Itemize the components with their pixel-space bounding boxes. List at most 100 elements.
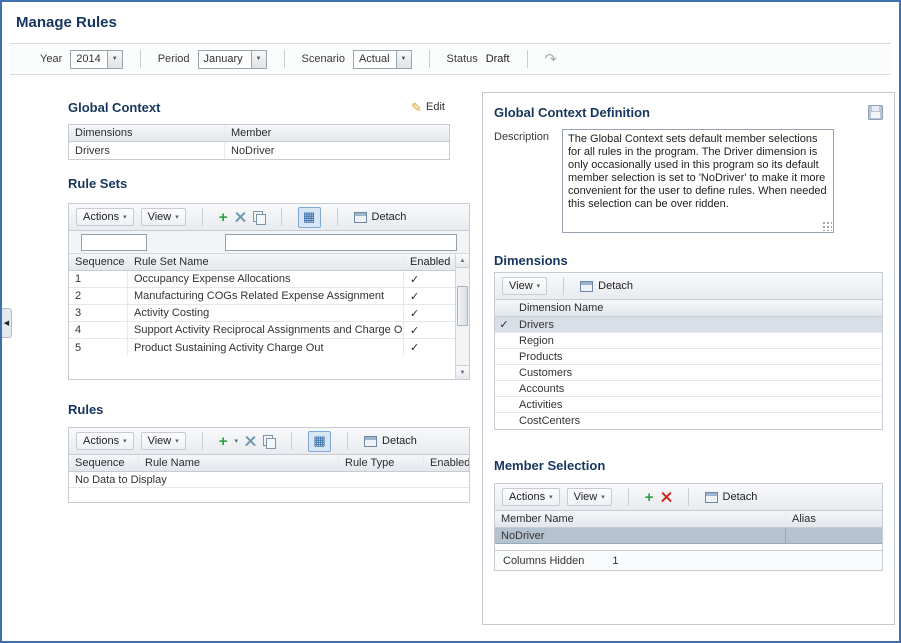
detach-icon <box>353 211 367 223</box>
global-context-header: Global Context ✎ Edit <box>68 98 450 116</box>
chevron-down-icon[interactable]: ▼ <box>106 50 122 68</box>
scroll-down-icon[interactable]: ▼ <box>456 365 469 379</box>
chevron-down-icon: ▾ <box>536 283 541 290</box>
year-value: 2014 <box>76 53 101 65</box>
dimension-name-cell: Drivers <box>519 318 554 331</box>
rules-table-filler <box>69 488 469 502</box>
view-menu-button[interactable]: View ▾ <box>140 208 186 226</box>
enabled-column-header: Enabled <box>403 254 455 270</box>
dimensions-toolbar: View ▾ Detach <box>495 273 882 300</box>
year-label: Year <box>40 53 63 65</box>
dimension-name-cell: Customers <box>519 366 573 379</box>
table-row[interactable]: NoDriver <box>495 528 882 544</box>
table-row[interactable]: 1 Occupancy Expense Allocations ✓ <box>69 271 455 288</box>
add-rule-set-button[interactable]: + <box>219 210 228 225</box>
detach-label: Detach <box>722 491 758 503</box>
alias-cell <box>785 528 882 543</box>
toolbar-separator <box>336 208 338 226</box>
resize-handle-icon[interactable] <box>822 221 832 231</box>
table-row[interactable]: Drivers NoDriver <box>69 142 449 159</box>
scroll-up-icon[interactable]: ▲ <box>456 254 469 268</box>
panel-collapse-button[interactable]: ◀ <box>2 308 12 338</box>
view-menu-button[interactable]: View ▾ <box>140 432 186 450</box>
sequence-filter-input[interactable] <box>81 234 147 251</box>
table-row[interactable]: 3 Activity Costing ✓ <box>69 305 455 322</box>
global-context-table-header: Dimensions Member <box>69 125 449 142</box>
grid-icon: ▦ <box>302 209 316 224</box>
year-select[interactable]: 2014 ▼ <box>70 49 123 69</box>
chevron-down-icon: ▾ <box>601 494 605 501</box>
detach-button[interactable]: Detach <box>704 491 758 503</box>
description-field[interactable]: The Global Context sets default member s… <box>562 129 834 233</box>
vertical-scrollbar[interactable]: ▲ ▼ <box>455 254 469 379</box>
view-menu-button[interactable]: View ▾ <box>566 488 612 506</box>
add-rule-button[interactable]: + <box>219 434 228 449</box>
redo-icon[interactable]: ↷ <box>545 52 558 67</box>
actions-menu-button[interactable]: Actions ▾ <box>76 208 134 226</box>
scrollbar-thumb[interactable] <box>457 286 468 326</box>
table-row[interactable]: Customers <box>495 365 882 381</box>
table-row[interactable]: ✓ Drivers <box>495 317 882 333</box>
period-label: Period <box>157 53 190 65</box>
check-icon: ✓ <box>403 339 455 356</box>
dimension-name-cell: Products <box>519 350 563 363</box>
chevron-down-icon[interactable]: ▾ <box>235 437 239 445</box>
table-row[interactable]: 2 Manufacturing COGs Related Expense Ass… <box>69 288 455 305</box>
global-context-table: Dimensions Member Drivers NoDriver <box>68 124 450 160</box>
detach-icon <box>364 435 378 447</box>
table-row[interactable]: Accounts <box>495 381 882 397</box>
chevron-down-icon[interactable]: ▼ <box>250 50 266 68</box>
table-row[interactable]: 4 Support Activity Reciprocal Assignment… <box>69 322 455 339</box>
toolbar-separator <box>347 432 349 450</box>
table-row[interactable]: 5 Product Sustaining Activity Charge Out… <box>69 339 455 356</box>
toolbar-separator <box>283 50 285 68</box>
view-menu-button[interactable]: View ▾ <box>502 277 548 295</box>
period-select[interactable]: January ▼ <box>197 49 267 69</box>
detach-icon <box>580 280 594 292</box>
chevron-down-icon: ▾ <box>549 494 553 501</box>
rule-set-name-filter-input[interactable] <box>225 234 457 251</box>
left-column: Global Context ✎ Edit Dimensions Member … <box>68 92 470 503</box>
duplicate-rule-button[interactable] <box>263 434 277 449</box>
detach-button[interactable]: Detach <box>364 435 417 447</box>
toolbar-separator <box>627 488 629 506</box>
dimensions-column-header: Dimensions <box>75 127 133 139</box>
rule-name-column-header: Rule Name <box>138 455 338 471</box>
scenario-select[interactable]: Actual ▼ <box>352 49 412 69</box>
add-member-button[interactable]: + <box>645 490 654 505</box>
view-label: View <box>509 280 533 292</box>
save-icon[interactable] <box>868 104 883 120</box>
duplicate-rule-set-button[interactable] <box>252 210 266 225</box>
edit-button[interactable]: ✎ Edit <box>406 100 450 115</box>
page-title: Manage Rules <box>16 14 117 31</box>
detach-label: Detach <box>382 435 417 447</box>
chevron-down-icon: ▾ <box>175 438 179 445</box>
detach-button[interactable]: Detach <box>580 280 633 292</box>
delete-rule-button[interactable] <box>245 436 256 447</box>
member-cell: NoDriver <box>224 142 449 159</box>
member-name-column-header: Member Name <box>501 513 574 525</box>
chevron-down-icon[interactable]: ▼ <box>395 50 411 68</box>
table-row[interactable]: CostCenters <box>495 413 882 429</box>
query-by-example-toggle[interactable]: ▦ <box>308 430 332 452</box>
table-row[interactable]: Region <box>495 333 882 349</box>
member-selection-title: Member Selection <box>494 458 606 473</box>
table-row[interactable]: Activities <box>495 397 882 413</box>
actions-label: Actions <box>83 435 120 447</box>
toolbar-separator <box>291 432 293 450</box>
top-toolbar: Year 2014 ▼ Period January ▼ Scenario Ac… <box>10 43 891 75</box>
query-by-example-toggle[interactable]: ▦ <box>297 206 321 228</box>
remove-member-button[interactable] <box>661 492 672 503</box>
rule-sets-title: Rule Sets <box>68 176 128 191</box>
actions-menu-button[interactable]: Actions ▾ <box>502 488 560 506</box>
detach-button[interactable]: Detach <box>353 211 406 223</box>
delete-rule-set-button[interactable] <box>235 212 246 223</box>
definition-header: Global Context Definition <box>494 103 883 121</box>
rule-set-name-cell: Support Activity Reciprocal Assignments … <box>127 322 403 338</box>
detach-label: Detach <box>598 280 634 292</box>
rule-set-name-cell: Product Sustaining Activity Charge Out <box>127 339 403 356</box>
sequence-column-header: Sequence <box>75 457 125 469</box>
actions-menu-button[interactable]: Actions ▾ <box>76 432 134 450</box>
table-row[interactable]: Products <box>495 349 882 365</box>
rule-type-column-header: Rule Type <box>338 455 423 471</box>
